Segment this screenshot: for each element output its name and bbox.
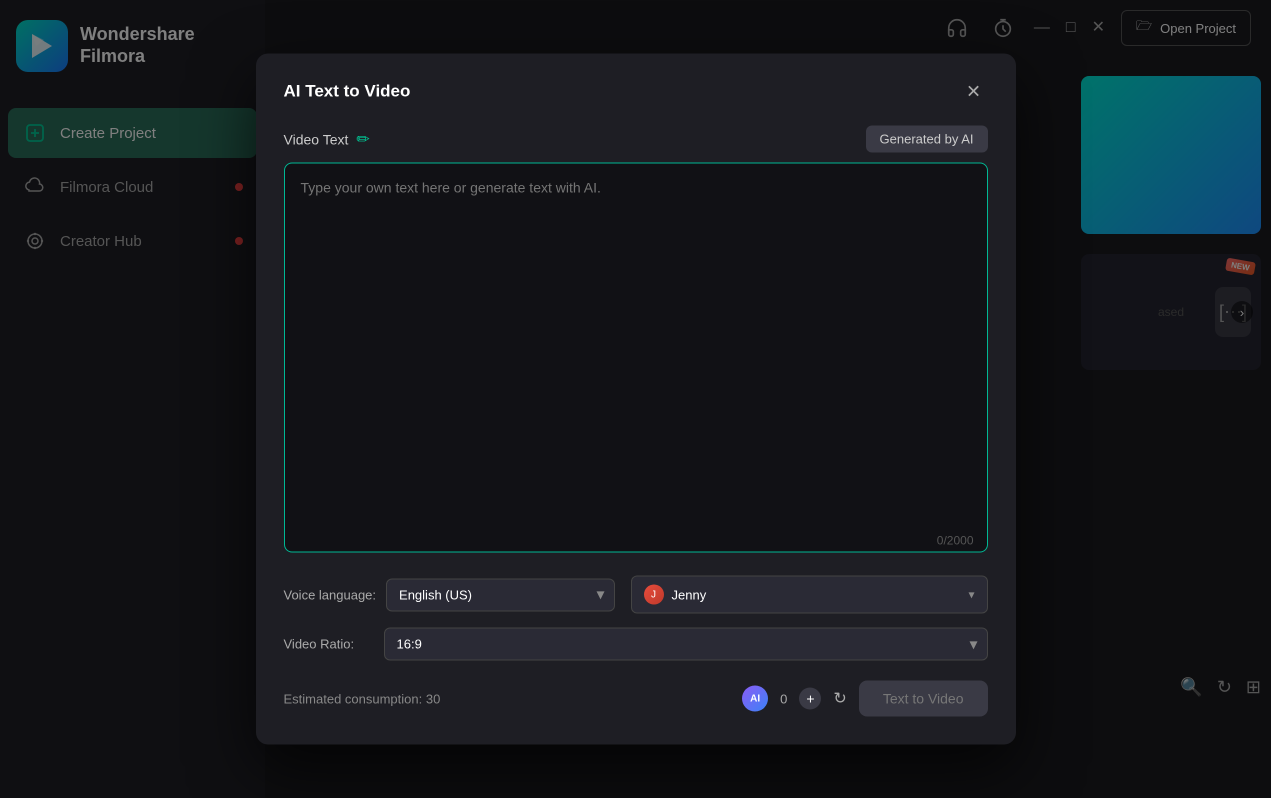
video-text-input[interactable] — [284, 163, 988, 553]
credit-number: 0 — [780, 691, 787, 706]
generated-by-ai-label: Generated by AI — [880, 132, 974, 147]
voice-name: Jenny — [672, 587, 707, 602]
text-to-video-button[interactable]: Text to Video — [859, 681, 988, 717]
refresh-credits-button[interactable]: ↻ — [833, 689, 846, 709]
video-ratio-row: Video Ratio: 16:9 9:16 1:1 4:3 — [284, 628, 988, 661]
credit-count: 0 — [780, 691, 787, 706]
video-ratio-select[interactable]: 16:9 9:16 1:1 4:3 — [384, 628, 988, 661]
ai-edit-icon: ✏ — [356, 129, 369, 149]
ai-credits-badge: AI — [742, 686, 768, 712]
voice-chevron-icon: ▾ — [968, 588, 974, 602]
add-credits-button[interactable]: + — [799, 688, 821, 710]
char-count: 0/2000 — [937, 534, 974, 548]
estimated-consumption-text: Estimated consumption: 30 — [284, 691, 441, 706]
video-ratio-select-wrapper: 16:9 9:16 1:1 4:3 — [384, 628, 988, 661]
video-ratio-label: Video Ratio: — [284, 637, 374, 652]
voice-controls-row: Voice language: English (US) English (UK… — [284, 576, 988, 614]
dialog-title: AI Text to Video — [284, 82, 411, 102]
voice-language-select[interactable]: English (US) English (UK) Spanish French… — [386, 578, 614, 611]
dialog-titlebar: AI Text to Video ✕ — [284, 78, 988, 106]
video-text-section-label: Video Text ✏ Generated by AI — [284, 126, 988, 153]
ai-text-to-video-dialog: AI Text to Video ✕ Video Text ✏ Generate… — [256, 54, 1016, 745]
voice-language-label: Voice language: — [284, 587, 377, 602]
dialog-close-button[interactable]: ✕ — [960, 78, 988, 106]
dialog-footer: Estimated consumption: 30 AI 0 + ↻ Text … — [284, 681, 988, 717]
textarea-wrapper: 0/2000 — [284, 163, 988, 558]
generated-by-ai-button[interactable]: Generated by AI — [866, 126, 988, 153]
voice-avatar: J — [644, 585, 664, 605]
video-text-label: Video Text — [284, 131, 349, 147]
text-to-video-label: Text to Video — [883, 691, 964, 707]
voice-select[interactable]: J Jenny ▾ — [631, 576, 988, 614]
voice-language-group: Voice language: English (US) English (UK… — [284, 578, 615, 611]
voice-language-select-wrapper: English (US) English (UK) Spanish French… — [386, 578, 614, 611]
